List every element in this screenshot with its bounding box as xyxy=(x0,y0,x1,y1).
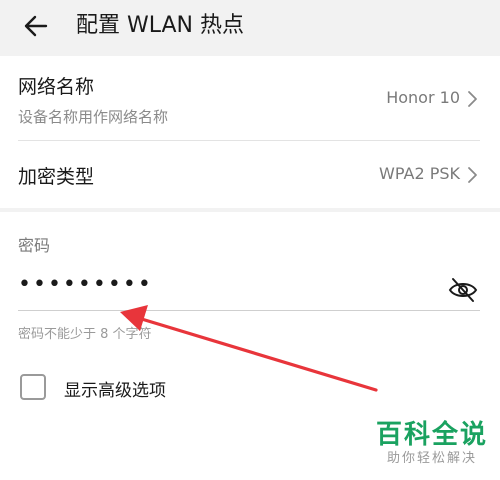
security-type-label: 加密类型 xyxy=(18,166,95,188)
password-input[interactable]: ••••••••• xyxy=(18,268,480,308)
password-underline xyxy=(18,310,480,311)
security-type-row[interactable]: 加密类型 WPA2 PSK xyxy=(0,142,500,208)
watermark-title: 百科全说 xyxy=(375,420,488,450)
show-advanced-option[interactable]: 显示高级选项 xyxy=(20,372,240,404)
watermark: 百科全说 助你轻松解决 xyxy=(372,420,492,468)
watermark-subtitle: 助你轻松解决 xyxy=(386,451,477,466)
divider xyxy=(18,140,480,141)
eye-off-icon[interactable] xyxy=(448,276,478,304)
network-name-row[interactable]: 网络名称 设备名称用作网络名称 Honor 10 xyxy=(0,56,500,140)
network-settings-card: 网络名称 设备名称用作网络名称 Honor 10 加密类型 WPA2 PSK xyxy=(0,56,500,208)
chevron-right-icon xyxy=(468,91,477,107)
security-type-value: WPA2 PSK xyxy=(379,164,460,183)
header: 配置 WLAN 热点 xyxy=(0,0,500,52)
network-name-value: Honor 10 xyxy=(386,88,460,107)
network-name-label: 网络名称 xyxy=(18,76,95,98)
back-arrow-icon[interactable] xyxy=(20,10,52,42)
password-value: ••••••••• xyxy=(18,272,153,297)
page-title: 配置 WLAN 热点 xyxy=(76,13,245,38)
advanced-options-checkbox[interactable] xyxy=(20,374,46,400)
advanced-options-label: 显示高级选项 xyxy=(64,381,166,401)
password-label: 密码 xyxy=(18,236,51,255)
chevron-right-icon xyxy=(468,167,477,183)
network-name-subtitle: 设备名称用作网络名称 xyxy=(18,108,169,126)
password-hint: 密码不能少于 8 个字符 xyxy=(18,327,152,342)
